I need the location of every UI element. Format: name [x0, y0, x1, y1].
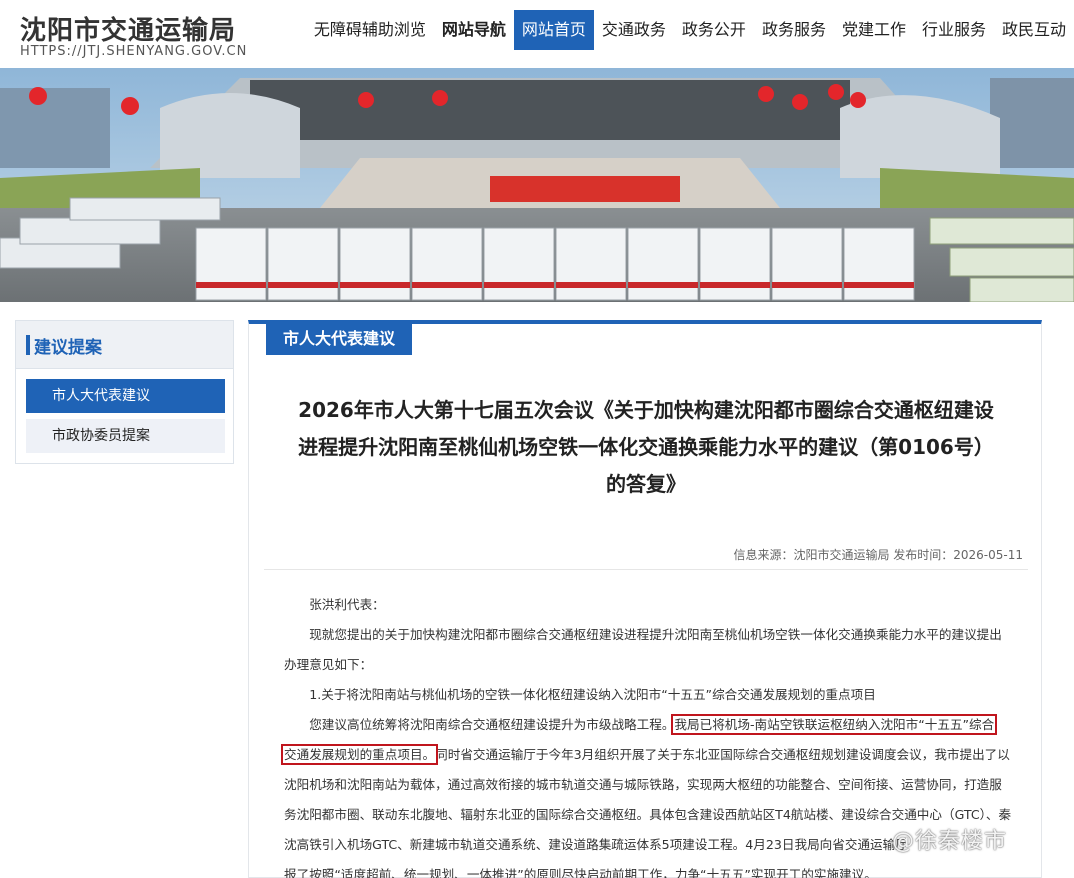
article-title-line: 2026年市人大第十七届五次会议《关于加快构建沈阳都市圈综合交通枢纽建设	[298, 398, 994, 422]
banner-photo	[0, 68, 1074, 302]
nav-site-map[interactable]: 网站导航	[434, 10, 514, 50]
paragraph-text: 报了按照“适度超前、统一规划、一体推进”的原则尽快启动前期工作，力争“十五五”实…	[284, 867, 877, 878]
nav-accessibility[interactable]: 无障碍辅助浏览	[306, 10, 434, 50]
article-title: 2026年市人大第十七届五次会议《关于加快构建沈阳都市圈综合交通枢纽建设 进程提…	[269, 392, 1023, 503]
content-panel: 市人大代表建议 2026年市人大第十七届五次会议《关于加快构建沈阳都市圈综合交通…	[248, 320, 1042, 878]
sidebar-item-cppcc-proposals[interactable]: 市政协委员提案	[26, 419, 225, 453]
nav-transport-affairs[interactable]: 交通政务	[594, 10, 674, 50]
paragraph-text: 您建议高位统筹将沈阳南综合交通枢纽建设提升为市级战略工程。	[309, 717, 675, 732]
article-meta: 信息来源：沈阳市交通运输局 发布时间：2026-05-11	[733, 548, 1023, 562]
divider	[264, 569, 1028, 570]
item-heading: 1.关于将沈阳南站与桃仙机场的空铁一体化枢纽建设纳入沈阳市“十五五”综合交通发展…	[309, 687, 876, 702]
banner-image	[0, 68, 1074, 302]
salutation: 张洪利代表：	[284, 590, 1012, 620]
article-title-line: 进程提升沈阳南至桃仙机场空铁一体化交通换乘能力水平的建议（第0106号）	[298, 435, 994, 459]
site-url: HTTPS://JTJ.SHENYANG.GOV.CN	[20, 44, 248, 59]
panel-tab-title: 市人大代表建议	[266, 324, 412, 355]
main-nav: 无障碍辅助浏览 网站导航 网站首页 交通政务 政务公开 政务服务 党建工作 行业…	[306, 10, 1074, 50]
site-title[interactable]: 沈阳市交通运输局	[20, 10, 236, 47]
salutation-text: 张洪利代表：	[309, 597, 385, 612]
sidebar-header: 建议提案	[16, 321, 233, 369]
sidebar-item-npc-suggestions[interactable]: 市人大代表建议	[26, 379, 225, 413]
site-header: 沈阳市交通运输局 HTTPS://JTJ.SHENYANG.GOV.CN 无障碍…	[0, 0, 1074, 68]
nav-public-interaction[interactable]: 政民互动	[994, 10, 1074, 50]
nav-home[interactable]: 网站首页	[513, 10, 594, 50]
highlighted-text: 我局已将机场-南站空铁联运枢纽纳入沈阳市“十五五”综合	[671, 714, 998, 735]
watermark: @徐秦楼市	[892, 829, 1008, 854]
article-title-line: 的答复》	[606, 472, 686, 496]
sidebar: 建议提案 市人大代表建议 市政协委员提案	[15, 320, 234, 464]
paragraph: 现就您提出的关于加快构建沈阳都市圈综合交通枢纽建设进程提升沈阳南至桃仙机场空铁一…	[284, 627, 1002, 672]
nav-gov-disclosure[interactable]: 政务公开	[674, 10, 754, 50]
nav-party-building[interactable]: 党建工作	[834, 10, 914, 50]
sidebar-title: 建议提案	[34, 338, 102, 358]
nav-industry-services[interactable]: 行业服务	[914, 10, 994, 50]
sidebar-accent-bar	[26, 335, 30, 355]
highlighted-text: 交通发展规划的重点项目。	[280, 744, 439, 765]
nav-gov-services[interactable]: 政务服务	[754, 10, 834, 50]
